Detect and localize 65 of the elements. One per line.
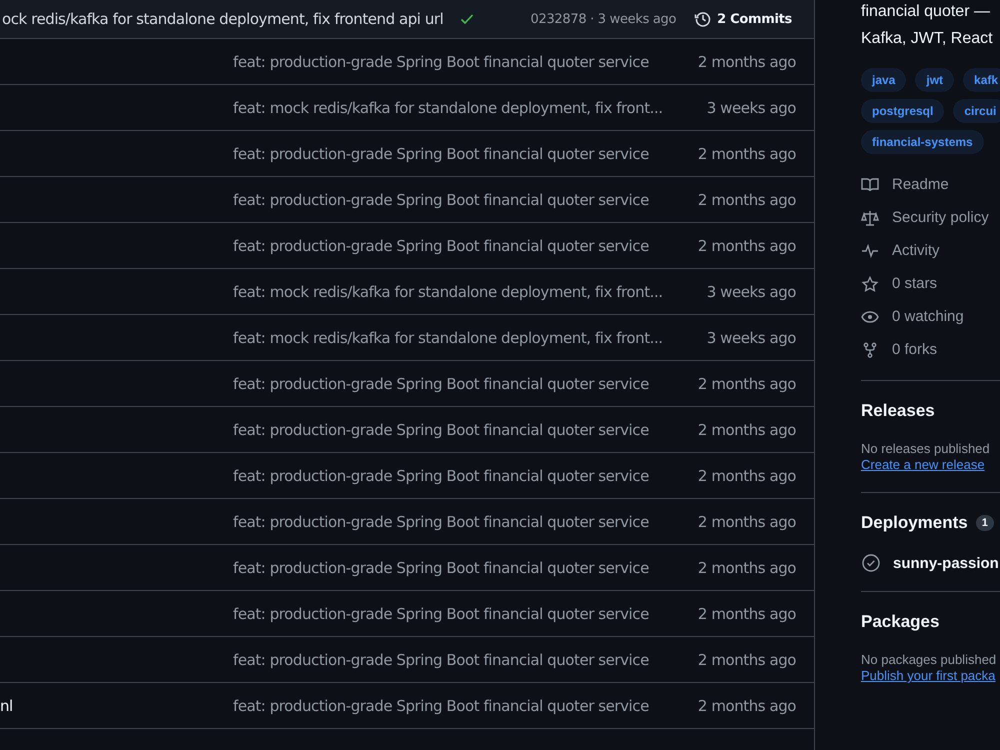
commit-time: 2 months ago	[698, 374, 796, 392]
topic-tag[interactable]: postgresql	[861, 99, 944, 123]
commit-message[interactable]: feat: production-grade Spring Boot financial quoter service	[233, 144, 649, 162]
commit-message[interactable]: feat: mock redis/kafka for standalone deployment, fix front...	[233, 282, 663, 300]
publish-package-link[interactable]: Publish your first packa	[861, 668, 996, 683]
commit-time: 2 months ago	[698, 512, 796, 530]
commit-hash-time[interactable]: 0232878 · 3 weeks ago	[530, 12, 676, 26]
commits-link[interactable]: 2 Commits	[694, 10, 792, 28]
commit-message[interactable]: feat: mock redis/kafka for standalone deployment, fix front...	[233, 98, 663, 116]
topic-tag[interactable]: kafk	[963, 68, 1000, 92]
commit-message[interactable]: feat: production-grade Spring Boot financial quoter service	[233, 374, 649, 392]
scale-icon	[861, 210, 879, 226]
repo-description: Kafka, JWT, React	[861, 29, 994, 49]
commit-time: 2 months ago	[698, 236, 796, 254]
sidebar-link[interactable]: Security policy	[892, 209, 989, 226]
commit-message[interactable]: feat: production-grade Spring Boot financial quoter service	[233, 420, 649, 438]
section-heading[interactable]: Deployments	[861, 513, 968, 533]
commit-time: 2 months ago	[698, 420, 796, 438]
commit-message[interactable]: feat: production-grade Spring Boot financial quoter service	[233, 466, 649, 484]
commit-time: 2 months ago	[698, 604, 796, 622]
sidebar-link[interactable]: 0 watching	[892, 308, 964, 325]
commit-time: 3 weeks ago	[706, 328, 796, 346]
check-circle-icon	[861, 553, 881, 573]
book-icon	[861, 176, 879, 192]
commit-message[interactable]: ock redis/kafka for standalone deployment, fix frontend api url	[2, 10, 444, 28]
commit-message[interactable]: feat: production-grade Spring Boot financial quoter service	[233, 558, 649, 576]
file-name[interactable]: nl	[0, 696, 13, 714]
commit-time: 2 months ago	[698, 52, 796, 70]
topic-tag[interactable]: jwt	[915, 68, 954, 92]
commit-time: 2 months ago	[698, 696, 796, 714]
empty-note: No packages published	[861, 652, 998, 667]
eye-icon	[861, 308, 879, 324]
pulse-icon	[861, 242, 879, 258]
commit-time: 2 months ago	[698, 558, 796, 576]
topic-tag[interactable]: financial-systems	[861, 130, 984, 154]
commit-message[interactable]: feat: mock redis/kafka for standalone deployment, fix front...	[233, 328, 663, 346]
section-heading[interactable]: Packages	[861, 612, 1000, 632]
commit-time: 2 months ago	[698, 650, 796, 668]
commit-time: 2 months ago	[698, 466, 796, 484]
commit-message[interactable]: feat: production-grade Spring Boot financial quoter service	[233, 190, 649, 208]
sidebar-link[interactable]: 0 stars	[892, 275, 938, 292]
sidebar-link[interactable]: 0 forks	[892, 341, 938, 358]
sidebar-link[interactable]: Readme	[892, 176, 949, 193]
sidebar-link[interactable]: Activity	[892, 242, 940, 259]
commit-message[interactable]: feat: production-grade Spring Boot financial quoter service	[233, 696, 649, 714]
star-icon	[861, 276, 879, 292]
deployment-link[interactable]: sunny-passion	[893, 554, 999, 572]
commit-message[interactable]: feat: production-grade Spring Boot financial quoter service	[233, 512, 649, 530]
section-heading[interactable]: Releases	[861, 401, 1000, 421]
commit-message[interactable]: feat: production-grade Spring Boot financial quoter service	[233, 650, 649, 668]
commit-time: 2 months ago	[698, 144, 796, 162]
repo-description: financial quoter —	[861, 2, 991, 22]
create-release-link[interactable]: Create a new release	[861, 457, 985, 472]
fork-icon	[861, 342, 879, 358]
commit-time: 2 months ago	[698, 190, 796, 208]
empty-note: No releases published	[861, 441, 991, 456]
count-badge: 1	[976, 515, 994, 531]
topic-tag[interactable]: java	[861, 68, 906, 92]
commit-message[interactable]: feat: production-grade Spring Boot financial quoter service	[233, 236, 649, 254]
history-icon	[694, 10, 712, 28]
commit-time: 3 weeks ago	[706, 98, 796, 116]
commit-message[interactable]: feat: production-grade Spring Boot financial quoter service	[233, 52, 649, 70]
commit-message[interactable]: feat: production-grade Spring Boot financial quoter service	[233, 604, 649, 622]
commit-time: 3 weeks ago	[706, 282, 796, 300]
topic-tag[interactable]: circui	[953, 99, 1000, 123]
